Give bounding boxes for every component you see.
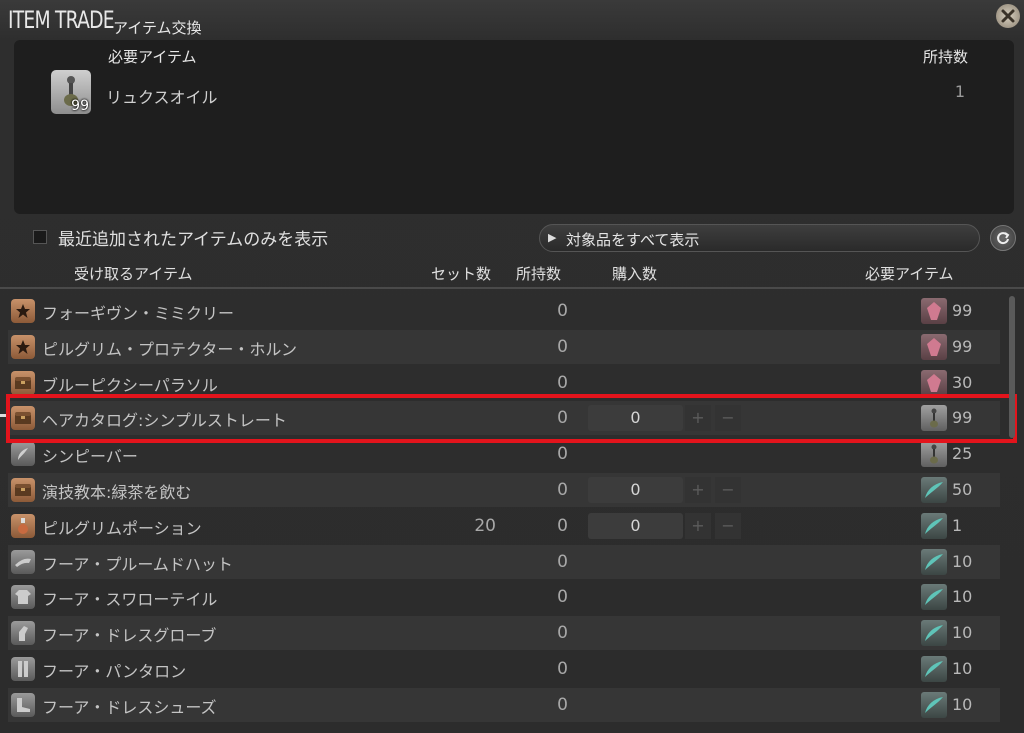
- teal-feather-icon[interactable]: [921, 620, 947, 647]
- pink-crystal-icon[interactable]: [921, 369, 947, 396]
- recent-only-label[interactable]: 最近追加されたアイテムのみを表示: [58, 225, 328, 250]
- required-count: 1: [952, 515, 963, 535]
- item-name: フーア・スワローテイル: [42, 590, 218, 610]
- item-name: フーア・パンタロン: [42, 662, 187, 681]
- item-name: ピルグリムポーション: [42, 518, 202, 538]
- oil-vial-icon[interactable]: 99: [51, 70, 91, 114]
- legs-icon[interactable]: [11, 657, 35, 681]
- item-name: ピルグリム・プロテクター・ホルン: [42, 339, 298, 359]
- purchase-qty-input[interactable]: 0: [588, 512, 683, 539]
- list-item[interactable]: フーア・スワローテイル 0 10: [8, 580, 1000, 614]
- item-name: フーア・プルームドハット: [42, 554, 233, 574]
- list-item[interactable]: 演技教本:緑茶を飲む 0 0 + −50: [8, 473, 1000, 507]
- potion-icon[interactable]: [11, 513, 35, 538]
- glove-icon[interactable]: [11, 621, 35, 646]
- required-item-header: 必要アイテム: [108, 48, 197, 66]
- required-count: 99: [952, 336, 973, 356]
- required-item-name: リュクスオイル: [106, 88, 218, 107]
- oil-vial-icon[interactable]: [921, 441, 947, 468]
- body-armor-icon[interactable]: [11, 585, 35, 610]
- chest-icon[interactable]: [11, 478, 35, 502]
- increment-button[interactable]: +: [685, 512, 711, 539]
- hat-icon[interactable]: [11, 549, 35, 574]
- star-icon[interactable]: [11, 299, 35, 323]
- required-count: 10: [952, 623, 973, 643]
- owned-count: 0: [557, 480, 568, 500]
- close-button[interactable]: [996, 4, 1020, 28]
- column-receive-item: 受け取るアイテム: [74, 265, 193, 283]
- filter-dropdown[interactable]: ▶ 対象品をすべて表示: [539, 224, 980, 252]
- list-item[interactable]: フーア・プルームドハット 0 10: [8, 544, 1000, 579]
- window-title-en: ITEM TRADE: [8, 6, 115, 34]
- required-count: 10: [952, 551, 973, 571]
- item-name: ブルーピクシーパラソル: [42, 375, 218, 395]
- purchase-qty-input[interactable]: 0: [588, 477, 683, 503]
- required-count: 50: [952, 480, 973, 499]
- item-name: フォーギヴン・ミミクリー: [42, 304, 235, 323]
- play-arrow-icon: ▶: [548, 231, 557, 244]
- required-count: 10: [952, 694, 973, 714]
- owned-count: 0: [557, 372, 568, 393]
- item-name: 演技教本:緑茶を飲む: [42, 483, 192, 502]
- required-count: 99: [952, 301, 973, 320]
- required-count: 25: [952, 444, 973, 464]
- required-items-panel: 必要アイテム 所持数 99 リュクスオイル 1: [14, 40, 1014, 214]
- refresh-icon: [997, 232, 1010, 245]
- teal-feather-icon[interactable]: [921, 477, 947, 503]
- owned-count: 0: [557, 623, 568, 644]
- owned-count: 0: [557, 515, 568, 536]
- owned-count: 0: [557, 659, 568, 679]
- item-trade-window: ITEM TRADE アイテム交換 必要アイテム 所持数 99 リュクスオイル …: [0, 0, 1024, 733]
- refresh-button[interactable]: [990, 225, 1016, 251]
- item-name: フーア・ドレスシューズ: [42, 697, 217, 717]
- owned-count: 0: [557, 694, 568, 715]
- column-owned: 所持数: [516, 265, 562, 283]
- list-item[interactable]: フーア・ドレスシューズ 0 10: [8, 687, 1000, 722]
- close-icon: [1001, 9, 1015, 23]
- owned-count: 0: [557, 301, 568, 321]
- recent-only-checkbox[interactable]: [33, 230, 47, 244]
- item-name: フーア・ドレスグローブ: [42, 626, 217, 646]
- item-name: シンピーバー: [42, 447, 138, 467]
- decrement-button[interactable]: −: [715, 512, 741, 539]
- list-item[interactable]: ピルグリムポーション 20 0 0 + −1: [8, 509, 1000, 543]
- owned-count-header: 所持数: [922, 48, 968, 66]
- list-item[interactable]: ピルグリム・プロテクター・ホルン 0 99: [8, 329, 1000, 364]
- required-count: 10: [952, 587, 973, 607]
- column-required-item: 必要アイテム: [865, 265, 954, 283]
- highlight-box: [6, 394, 1017, 443]
- filter-row: 最近追加されたアイテムのみを表示 ▶ 対象品をすべて表示: [0, 222, 1024, 254]
- list-scrollbar[interactable]: [1009, 296, 1015, 438]
- required-count: 10: [952, 659, 973, 678]
- star-icon[interactable]: [11, 334, 35, 359]
- list-item[interactable]: フォーギヴン・ミミクリー 0 99: [8, 294, 1000, 328]
- list-item[interactable]: フーア・パンタロン 0 10: [8, 652, 1000, 686]
- owned-count: 0: [557, 336, 568, 357]
- required-count: 30: [952, 372, 973, 392]
- increment-button[interactable]: +: [685, 477, 711, 503]
- column-purchase: 購入数: [612, 265, 658, 283]
- required-item-qty: 99: [71, 98, 89, 114]
- teal-feather-icon[interactable]: [921, 548, 947, 575]
- pink-crystal-icon[interactable]: [921, 298, 947, 324]
- required-item-owned: 1: [954, 82, 965, 101]
- header-divider: [0, 287, 1024, 289]
- owned-count: 0: [557, 587, 568, 608]
- decrement-button[interactable]: −: [715, 477, 741, 503]
- filter-dropdown-label: 対象品をすべて表示: [566, 231, 700, 249]
- teal-feather-icon[interactable]: [921, 656, 947, 682]
- set-count: 20: [474, 515, 496, 536]
- owned-count: 0: [557, 551, 568, 572]
- column-set-count: セット数: [431, 265, 492, 283]
- window-title-jp: アイテム交換: [113, 19, 202, 37]
- chest-icon[interactable]: [11, 370, 35, 395]
- feather-icon[interactable]: [11, 442, 35, 467]
- owned-count: 0: [557, 444, 568, 465]
- boots-icon[interactable]: [11, 692, 35, 717]
- pink-crystal-icon[interactable]: [921, 333, 947, 360]
- teal-feather-icon[interactable]: [921, 584, 947, 611]
- teal-feather-icon[interactable]: [921, 512, 947, 539]
- teal-feather-icon[interactable]: [921, 691, 947, 718]
- list-item[interactable]: フーア・ドレスグローブ 0 10: [8, 616, 1000, 651]
